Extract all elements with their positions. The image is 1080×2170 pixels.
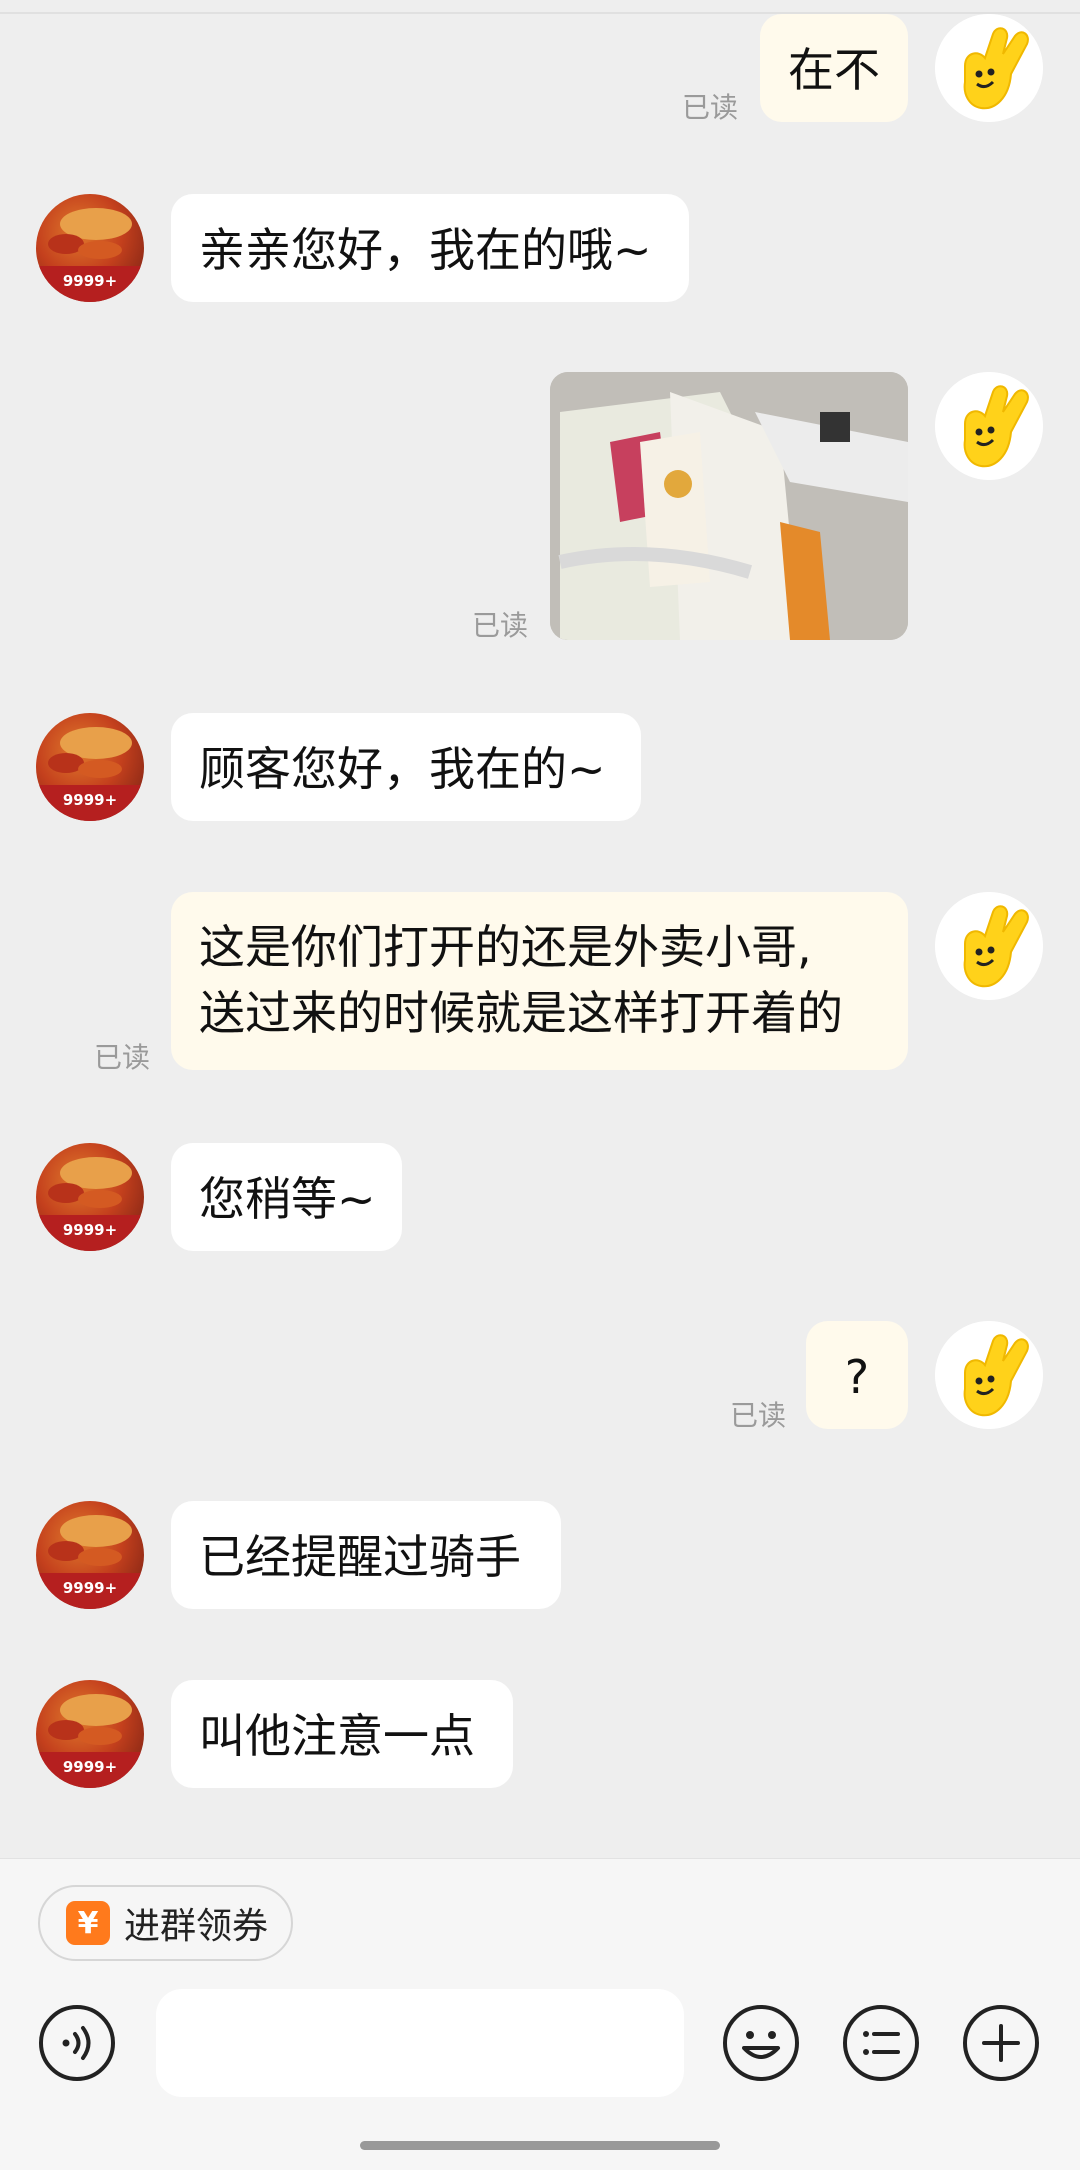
message-line: 这是你们打开的还是外卖小哥, — [199, 920, 812, 974]
message-bubble-incoming[interactable]: 叫他注意一点 — [171, 1680, 513, 1788]
shop-avatar-badge: 9999+ — [63, 791, 117, 809]
food-avatar-icon: 9999+ — [36, 1515, 144, 1609]
message-image[interactable] — [550, 372, 908, 640]
message-line: 送过来的时候就是这样打开着的 — [199, 986, 843, 1040]
message-bubble-outgoing[interactable]: 这是你们打开的还是外卖小哥, 送过来的时候就是这样打开着的 — [171, 892, 908, 1070]
read-receipt: 已读 — [472, 609, 529, 642]
join-group-coupon-label: 进群领券 — [124, 1906, 269, 1947]
user-avatar[interactable] — [935, 892, 1043, 1000]
message-bubble-incoming[interactable]: 亲亲您好，我在的哦~ — [171, 194, 689, 302]
food-avatar-icon: 9999+ — [36, 208, 144, 302]
shop-avatar-badge: 9999+ — [63, 1579, 117, 1597]
food-avatar-icon: 9999+ — [36, 1157, 144, 1251]
user-avatar[interactable] — [935, 372, 1043, 480]
read-receipt: 已读 — [94, 1041, 151, 1074]
yellow-hand-icon — [935, 14, 1043, 122]
join-group-coupon-chip[interactable]: ¥ 进群领券 — [38, 1885, 293, 1961]
food-avatar-icon: 9999+ — [36, 727, 144, 821]
shop-avatar[interactable]: 9999+ — [36, 1680, 144, 1788]
message-bubble-outgoing[interactable]: 在不 — [760, 14, 908, 122]
yellow-hand-icon — [935, 372, 1043, 480]
delivery-bag-photo — [550, 372, 908, 640]
yellow-hand-icon — [935, 892, 1043, 1000]
message-bubble-incoming[interactable]: 已经提醒过骑手 — [171, 1501, 561, 1609]
home-indicator[interactable] — [360, 2141, 720, 2150]
shop-avatar[interactable]: 9999+ — [36, 1501, 144, 1609]
shop-avatar-badge: 9999+ — [63, 1221, 117, 1239]
user-avatar[interactable] — [935, 14, 1043, 122]
more-button[interactable] — [962, 2004, 1040, 2082]
emoji-icon — [723, 2005, 799, 2081]
plus-icon — [963, 2005, 1039, 2081]
voice-icon — [39, 2005, 115, 2081]
coupon-icon: ¥ — [66, 1901, 110, 1945]
message-bubble-incoming[interactable]: 您稍等~ — [171, 1143, 402, 1251]
message-bubble-incoming[interactable]: 顾客您好，我在的~ — [171, 713, 641, 821]
shop-avatar[interactable]: 9999+ — [36, 1143, 144, 1251]
message-bubble-outgoing[interactable]: ? — [806, 1321, 908, 1429]
emoji-button[interactable] — [722, 2004, 800, 2082]
quick-reply-button[interactable] — [842, 2004, 920, 2082]
quick-reply-icon — [843, 2005, 919, 2081]
shop-avatar[interactable]: 9999+ — [36, 713, 144, 821]
shop-avatar-badge: 9999+ — [63, 272, 117, 290]
shop-avatar-badge: 9999+ — [63, 1758, 117, 1776]
food-avatar-icon: 9999+ — [36, 1694, 144, 1788]
yellow-hand-icon — [935, 1321, 1043, 1429]
message-input[interactable] — [156, 1989, 684, 2097]
read-receipt: 已读 — [682, 91, 739, 124]
shop-avatar[interactable]: 9999+ — [36, 194, 144, 302]
chat-input-bar: ¥ 进群领券 — [0, 1858, 1080, 2170]
read-receipt: 已读 — [730, 1399, 787, 1432]
voice-button[interactable] — [38, 2004, 116, 2082]
top-divider — [0, 12, 1080, 14]
user-avatar[interactable] — [935, 1321, 1043, 1429]
